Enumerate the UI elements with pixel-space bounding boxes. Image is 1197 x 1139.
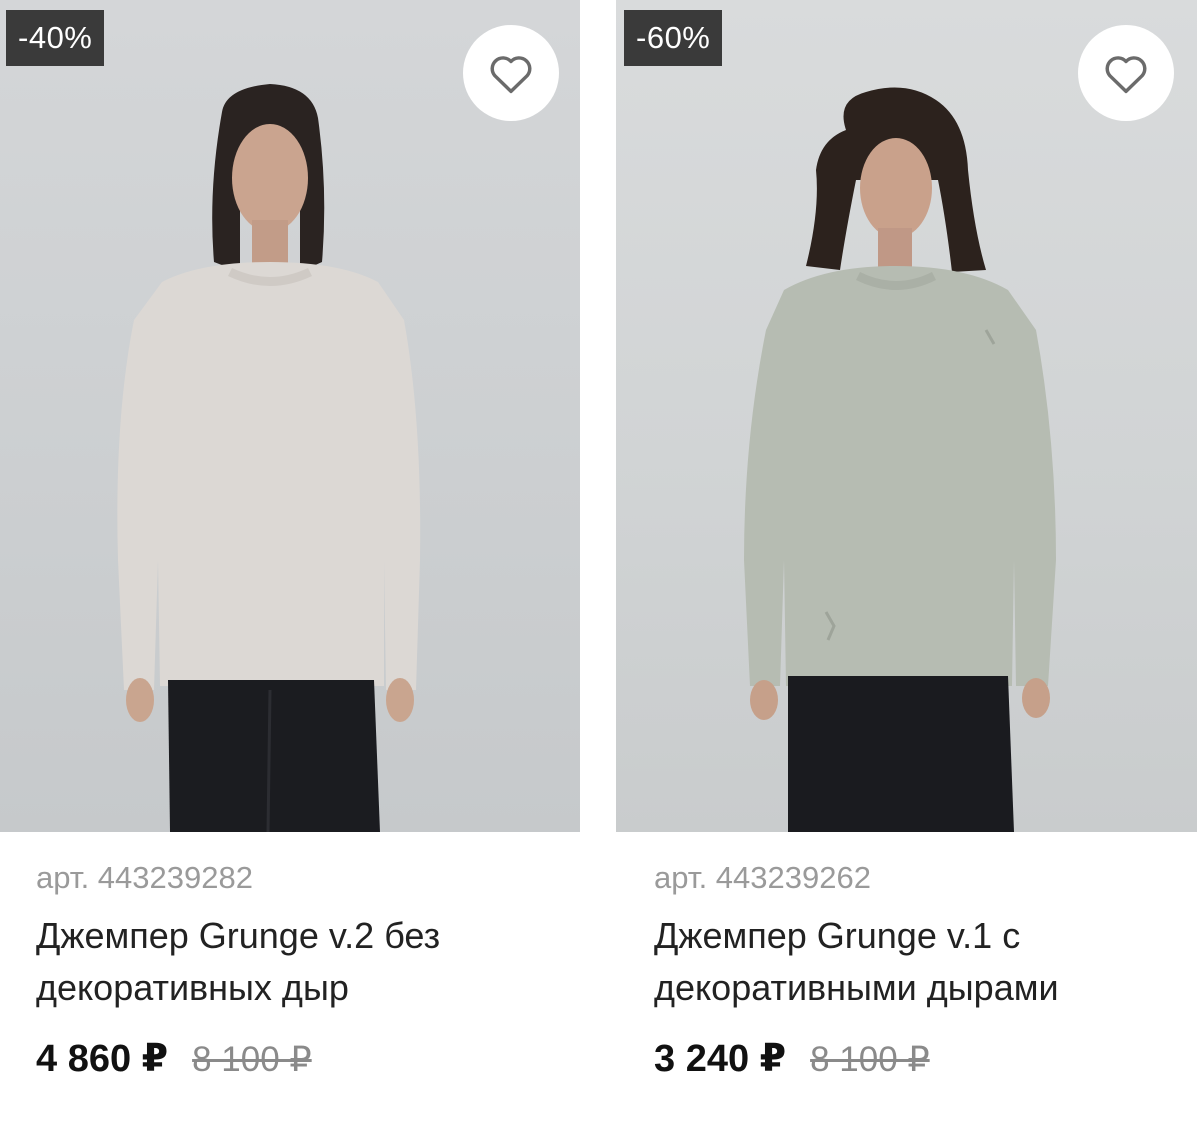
price-row: 4 860 ₽ 8 100 ₽ bbox=[36, 1036, 544, 1081]
product-photo[interactable]: -60% bbox=[616, 0, 1197, 832]
model-image bbox=[117, 84, 421, 832]
old-price: 8 100 ₽ bbox=[192, 1040, 312, 1079]
product-sku: арт. 443239262 bbox=[654, 860, 871, 895]
product-card[interactable]: -40% арт. 443239282 Джемпер Grunge v.2 б… bbox=[0, 0, 580, 1139]
discount-badge: -40% bbox=[6, 10, 105, 66]
product-info: арт. 443239262 Джемпер Grunge v.1 с деко… bbox=[616, 858, 1197, 1081]
product-title-line[interactable]: декоративных дыр bbox=[36, 962, 544, 1014]
old-price: 8 100 ₽ bbox=[810, 1040, 930, 1079]
favorite-button[interactable] bbox=[463, 25, 559, 121]
product-sku: арт. 443239282 bbox=[36, 860, 253, 895]
favorite-button[interactable] bbox=[1078, 25, 1174, 121]
product-info: арт. 443239282 Джемпер Grunge v.2 без де… bbox=[0, 858, 580, 1081]
product-title[interactable]: Джемпер Grunge v.1 с декоративными дырам… bbox=[654, 910, 1159, 1014]
product-title-line[interactable]: декоративными дырами bbox=[654, 962, 1159, 1014]
current-price: 3 240 ₽ bbox=[654, 1038, 787, 1080]
product-title[interactable]: Джемпер Grunge v.2 без декоративных дыр bbox=[36, 910, 544, 1014]
product-grid: -40% арт. 443239282 Джемпер Grunge v.2 б… bbox=[0, 0, 1197, 1139]
model-image bbox=[744, 87, 1056, 832]
product-title-line[interactable]: Джемпер Grunge v.2 без bbox=[36, 910, 544, 962]
product-photo[interactable]: -40% bbox=[0, 0, 580, 832]
discount-badge: -60% bbox=[624, 10, 723, 66]
heart-outline-icon bbox=[490, 56, 532, 94]
current-price: 4 860 ₽ bbox=[36, 1038, 169, 1080]
heart-outline-icon bbox=[1105, 56, 1147, 94]
price-row: 3 240 ₽ 8 100 ₽ bbox=[654, 1036, 1159, 1081]
product-card[interactable]: -60% арт. 443239262 Джемпер Grunge v.1 с… bbox=[616, 0, 1197, 1139]
product-title-line[interactable]: Джемпер Grunge v.1 с bbox=[654, 910, 1159, 962]
